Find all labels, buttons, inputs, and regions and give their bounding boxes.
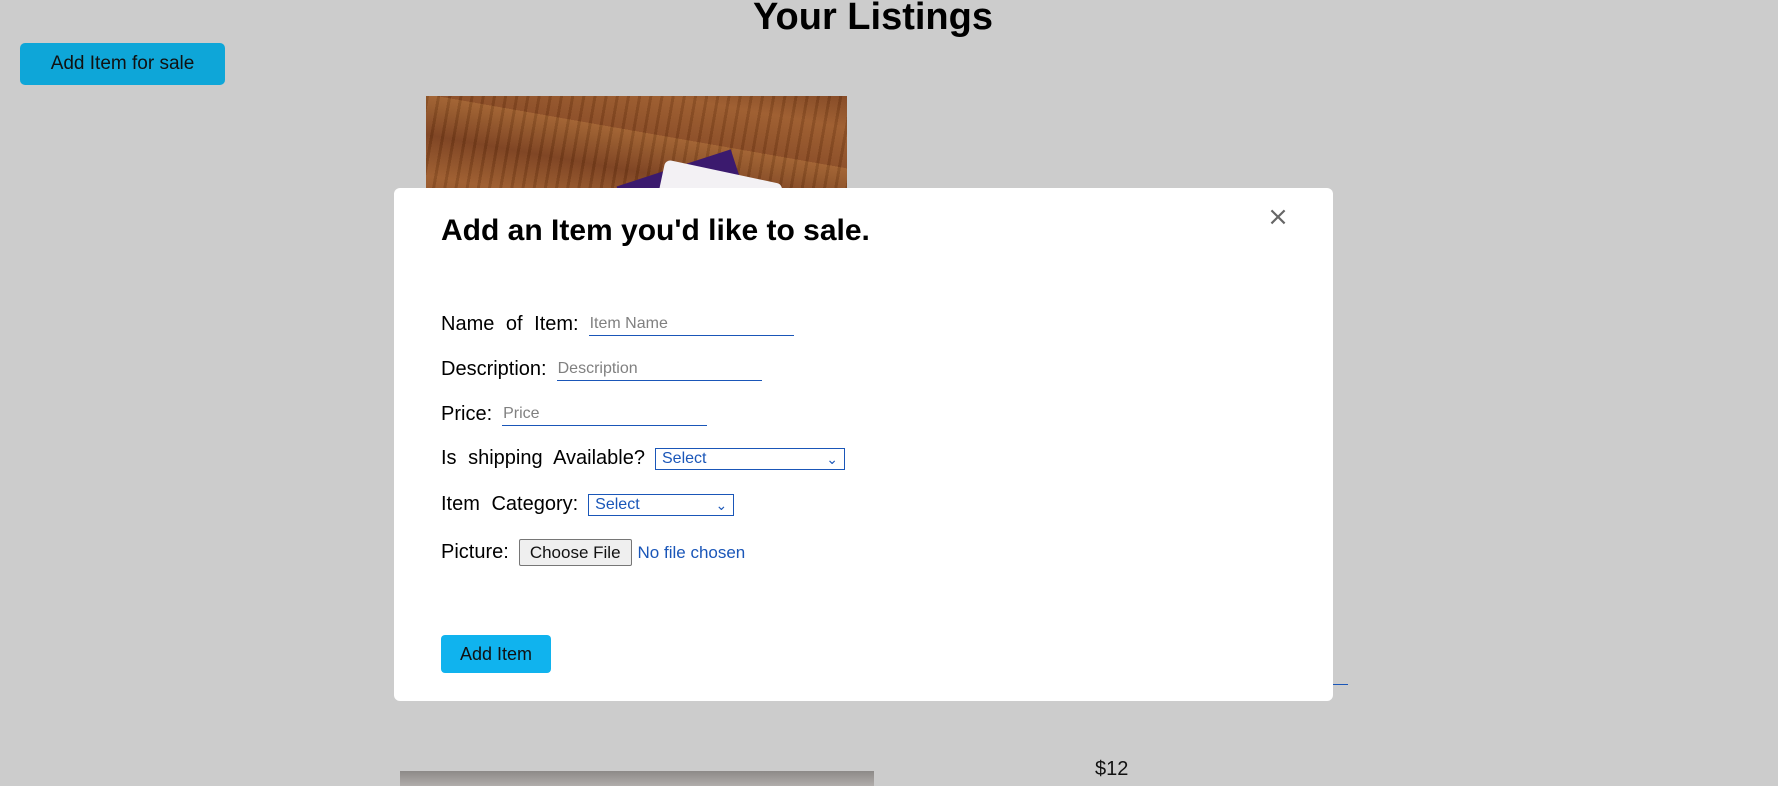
category-label: Item Category:	[441, 493, 579, 515]
price-row: Price:	[441, 403, 708, 426]
shipping-row: Is shipping Available? Select ⌄	[441, 447, 845, 470]
category-row: Item Category: Select ⌄	[441, 493, 735, 516]
page: Your Listings Add Item for sale $12 Add …	[0, 0, 1778, 786]
file-status: No file chosen	[637, 542, 746, 562]
listing-image	[400, 771, 874, 786]
choose-file-button[interactable]: Choose File	[518, 539, 632, 566]
category-select-value: Select	[595, 495, 640, 513]
price-label: Price:	[441, 403, 493, 425]
price-input[interactable]	[502, 403, 708, 426]
item-name-input[interactable]	[588, 313, 794, 336]
chevron-down-icon: ⌄	[715, 496, 728, 513]
modal-title: Add an Item you'd like to sale.	[441, 214, 870, 247]
chevron-down-icon: ⌄	[826, 450, 838, 467]
category-select[interactable]: Select ⌄	[588, 493, 735, 516]
listing-price: $12	[1095, 758, 1129, 780]
name-label: Name of Item:	[441, 313, 579, 335]
shipping-label: Is shipping Available?	[441, 447, 645, 469]
description-input[interactable]	[556, 358, 762, 381]
name-row: Name of Item:	[441, 313, 794, 336]
shipping-select-value: Select	[662, 449, 707, 467]
picture-label: Picture:	[441, 541, 509, 563]
add-item-for-sale-button[interactable]: Add Item for sale	[20, 43, 225, 85]
description-row: Description:	[441, 358, 762, 381]
shipping-select[interactable]: Select ⌄	[655, 447, 845, 470]
add-item-modal: Add an Item you'd like to sale. × Name o…	[394, 188, 1333, 701]
picture-row: Picture: Choose File No file chosen	[441, 539, 745, 566]
close-icon[interactable]: ×	[1266, 204, 1290, 230]
page-title: Your Listings	[753, 0, 993, 38]
description-label: Description:	[441, 358, 547, 380]
add-item-button[interactable]: Add Item	[441, 635, 551, 673]
